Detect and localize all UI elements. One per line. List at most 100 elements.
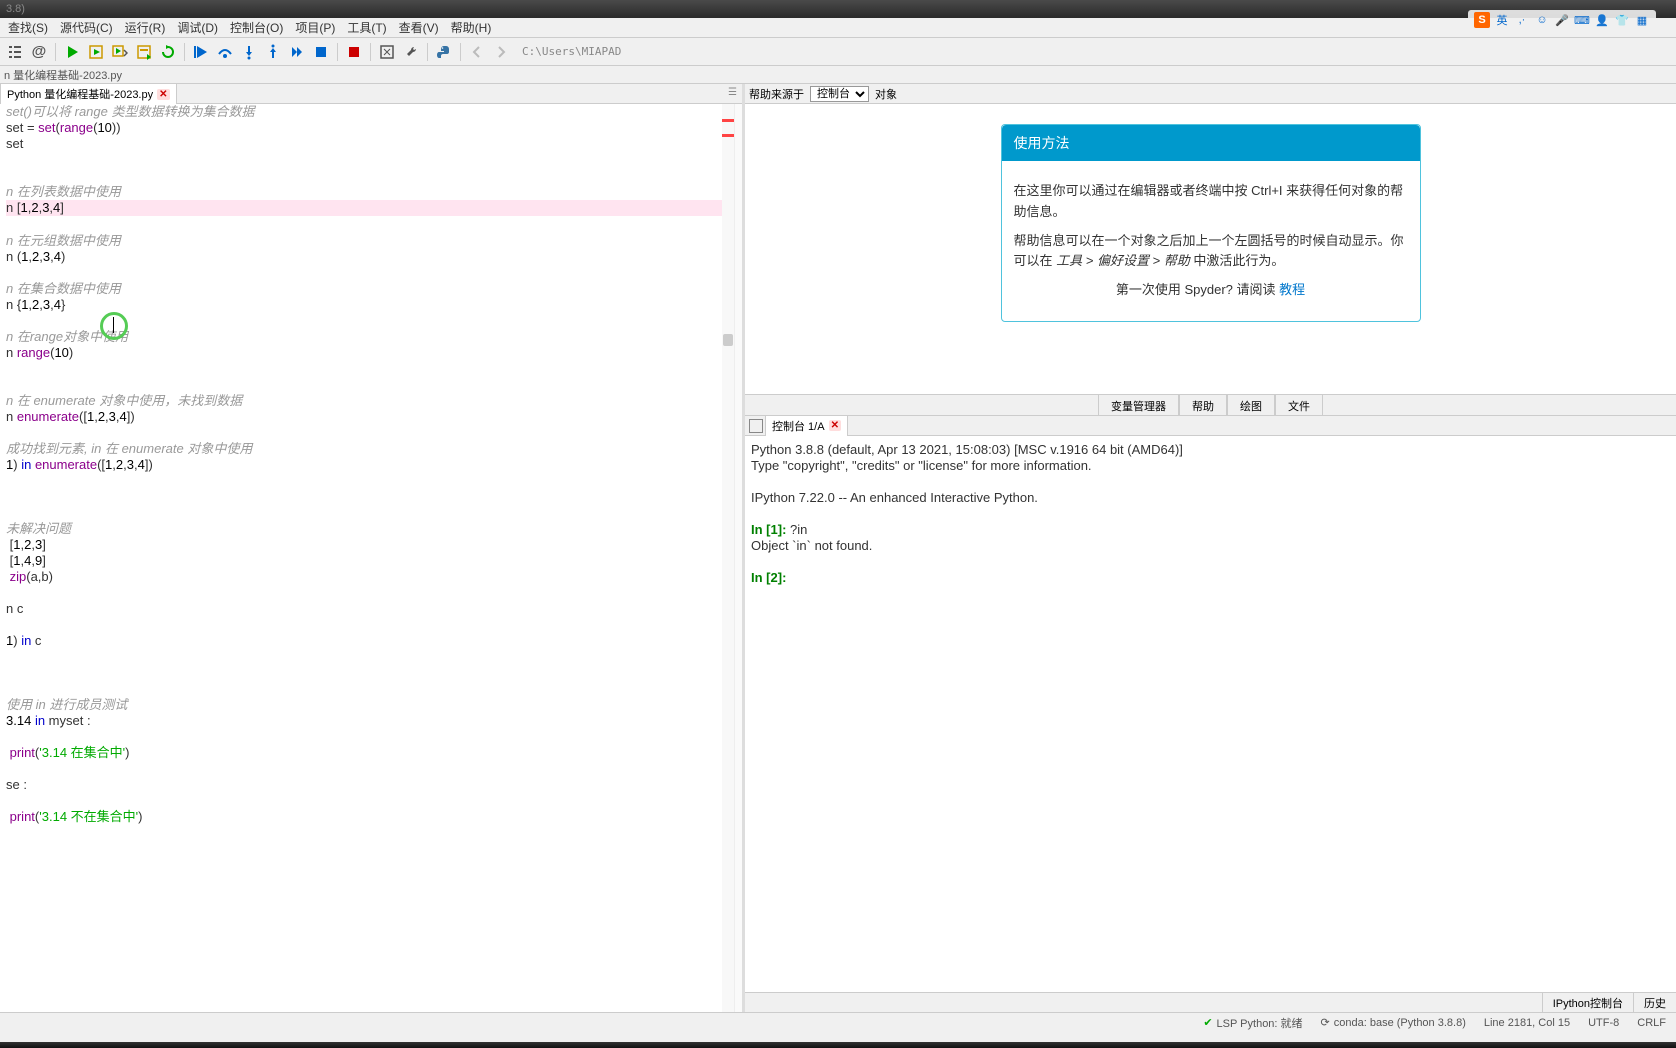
- ime-mic-icon[interactable]: 🎤: [1554, 12, 1570, 28]
- step-into-icon[interactable]: [238, 41, 260, 63]
- ime-punct-icon[interactable]: ,·: [1514, 12, 1530, 28]
- debug-icon[interactable]: [190, 41, 212, 63]
- file-tab-label: Python 量化编程基础-2023.py: [7, 86, 153, 102]
- close-tab-icon[interactable]: ✕: [157, 89, 169, 100]
- code-line: 1) in enumerate([1,2,3,4]): [6, 457, 736, 473]
- at-icon[interactable]: @: [28, 41, 50, 63]
- console-line: Python 3.8.8 (default, Apr 13 2021, 15:0…: [751, 442, 1670, 458]
- menu-item[interactable]: 工具(T): [341, 17, 392, 38]
- code-line: [6, 168, 736, 184]
- error-marker-icon[interactable]: [722, 119, 734, 122]
- taskbar: [0, 1042, 1676, 1048]
- console-tab-label: 控制台 1/A: [772, 418, 825, 434]
- ime-smile-icon[interactable]: ☺: [1534, 12, 1550, 28]
- status-conda[interactable]: ⟳conda: base (Python 3.8.8): [1321, 1016, 1466, 1029]
- menu-item[interactable]: 查找(S): [2, 17, 54, 38]
- run-cell-advance-icon[interactable]: [109, 41, 131, 63]
- help-pane-tab[interactable]: 变量管理器: [1098, 395, 1179, 415]
- step-out-icon[interactable]: [262, 41, 284, 63]
- help-object-label: 对象: [875, 86, 897, 102]
- console-line: Object `in` not found.: [751, 538, 1670, 554]
- code-line: [6, 217, 736, 233]
- code-line: n 在range对象中使用: [6, 329, 736, 345]
- close-console-icon[interactable]: ✕: [829, 420, 841, 431]
- code-line: [6, 665, 736, 681]
- console-bottom-tab[interactable]: 历史: [1633, 993, 1676, 1012]
- menu-item[interactable]: 项目(P): [289, 17, 341, 38]
- help-pane: 使用方法 在这里你可以通过在编辑器或者终端中按 Ctrl+I 来获得任何对象的帮…: [745, 104, 1676, 394]
- outline-icon[interactable]: [4, 41, 26, 63]
- code-line: print('3.14 不在集合中'): [6, 809, 736, 825]
- code-line: 成功找到元素, in 在 enumerate 对象中使用: [6, 441, 736, 457]
- help-pane-tab[interactable]: 文件: [1275, 395, 1323, 415]
- scroll-thumb[interactable]: [723, 334, 733, 346]
- code-line: zip(a,b): [6, 569, 736, 585]
- console-output[interactable]: Python 3.8.8 (default, Apr 13 2021, 15:0…: [745, 436, 1676, 992]
- stop-icon[interactable]: [343, 41, 365, 63]
- code-line: [6, 649, 736, 665]
- code-line: [1,4,9]: [6, 553, 736, 569]
- continue-icon[interactable]: [286, 41, 308, 63]
- rerun-icon[interactable]: [157, 41, 179, 63]
- title-bar: 3.8): [0, 0, 1676, 18]
- code-line: 使用 in 进行成员测试: [6, 697, 736, 713]
- ime-shirt-icon[interactable]: 👕: [1614, 12, 1630, 28]
- code-line: se :: [6, 777, 736, 793]
- error-marker-icon[interactable]: [722, 134, 734, 137]
- help-source-label: 帮助来源于: [749, 86, 804, 102]
- ime-lang[interactable]: 英: [1494, 12, 1510, 28]
- code-line: 1) in c: [6, 633, 736, 649]
- code-line: [6, 152, 736, 168]
- status-position: Line 2181, Col 15: [1484, 1017, 1570, 1029]
- menu-item[interactable]: 查看(V): [393, 17, 445, 38]
- code-line: n 在集合数据中使用: [6, 281, 736, 297]
- editor-scrollbar[interactable]: [722, 104, 734, 1012]
- run-cell-icon[interactable]: [85, 41, 107, 63]
- menu-item[interactable]: 控制台(O): [224, 17, 289, 38]
- console-line: IPython 7.22.0 -- An enhanced Interactiv…: [751, 490, 1670, 506]
- code-editor[interactable]: set()可以将 range 类型数据转换为集合数据set = set(rang…: [0, 104, 742, 1012]
- console-line: [751, 554, 1670, 570]
- console-line: [751, 474, 1670, 490]
- back-icon[interactable]: [466, 41, 488, 63]
- version-text: 3.8): [6, 3, 25, 15]
- file-tab[interactable]: Python 量化编程基础-2023.py ✕: [0, 83, 177, 104]
- help-source-select[interactable]: 控制台: [810, 86, 869, 102]
- stop-debug-icon[interactable]: [310, 41, 332, 63]
- console-tab-bar: 控制台 1/A ✕: [745, 416, 1676, 436]
- forward-icon[interactable]: [490, 41, 512, 63]
- console-bottom-tabs: IPython控制台历史: [745, 992, 1676, 1012]
- code-line: n (1,2,3,4): [6, 249, 736, 265]
- pythonpath-icon[interactable]: [433, 41, 455, 63]
- console-tab[interactable]: 控制台 1/A ✕: [765, 415, 848, 437]
- code-line: set: [6, 136, 736, 152]
- run-icon[interactable]: [61, 41, 83, 63]
- menu-item[interactable]: 运行(R): [119, 17, 172, 38]
- preferences-icon[interactable]: [400, 41, 422, 63]
- console-pane-icon[interactable]: [749, 419, 763, 433]
- outline-strip: [734, 104, 742, 1012]
- status-lsp[interactable]: ✔LSP Python: 就绪: [1203, 1015, 1302, 1031]
- ime-keyboard-icon[interactable]: ⌨: [1574, 12, 1590, 28]
- ime-person-icon[interactable]: 👤: [1594, 12, 1610, 28]
- console-bottom-tab[interactable]: IPython控制台: [1542, 993, 1633, 1012]
- code-line: n range(10): [6, 345, 736, 361]
- code-line: n [1,2,3,4]: [6, 200, 736, 216]
- tutorial-link[interactable]: 教程: [1279, 282, 1305, 297]
- menu-item[interactable]: 帮助(H): [445, 17, 498, 38]
- menu-item[interactable]: 源代码(C): [54, 17, 119, 38]
- menu-item[interactable]: 调试(D): [171, 17, 224, 38]
- ime-sogou-icon[interactable]: S: [1474, 12, 1490, 28]
- help-pane-tab[interactable]: 绘图: [1227, 395, 1275, 415]
- help-paragraph: 第一次使用 Spyder? 请阅读 教程: [1014, 280, 1408, 301]
- step-over-icon[interactable]: [214, 41, 236, 63]
- code-line: 3.14 in myset :: [6, 713, 736, 729]
- ime-grid-icon[interactable]: ▦: [1634, 12, 1650, 28]
- outline-toggle-icon[interactable]: ☰: [728, 87, 740, 99]
- help-pane-tab[interactable]: 帮助: [1179, 395, 1227, 415]
- maximize-icon[interactable]: [376, 41, 398, 63]
- run-selection-icon[interactable]: [133, 41, 155, 63]
- breadcrumb: n 量化编程基础-2023.py: [0, 66, 1676, 84]
- code-line: print('3.14 在集合中'): [6, 745, 736, 761]
- code-line: [6, 681, 736, 697]
